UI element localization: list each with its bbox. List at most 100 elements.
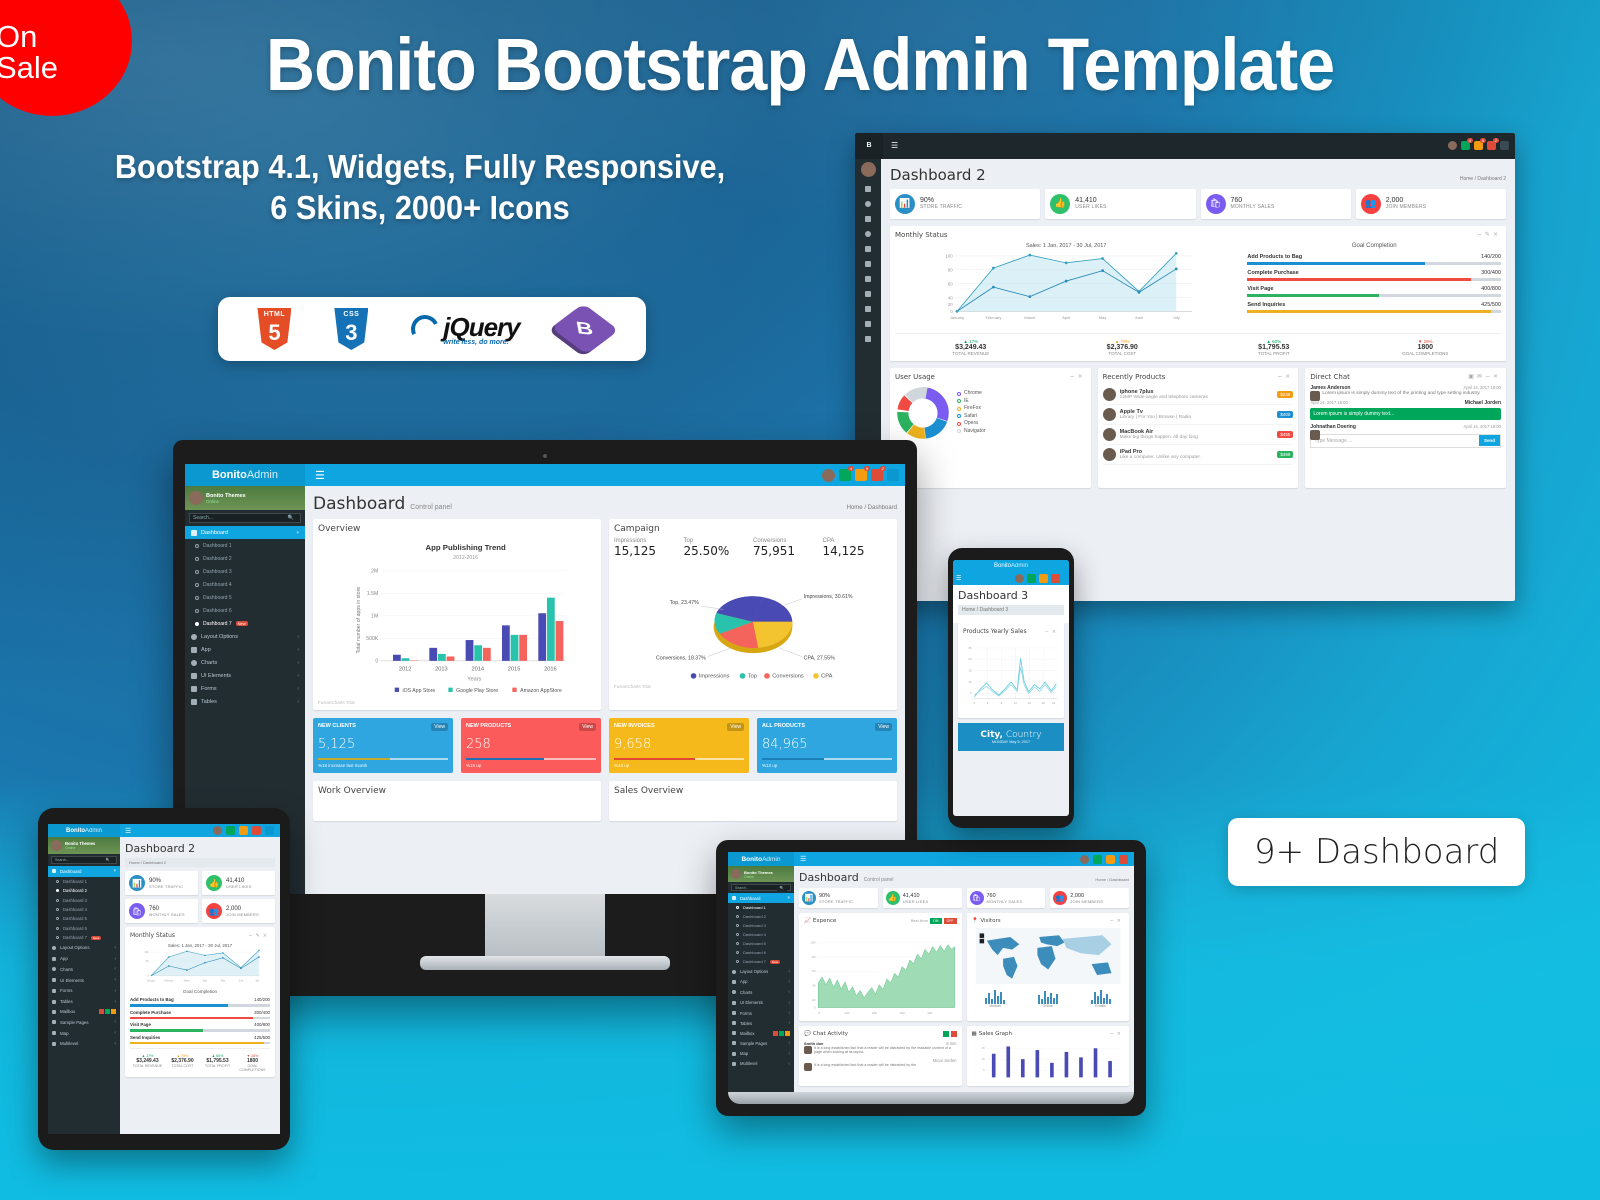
product-list-item[interactable]: MacBook Air Make big things happen. All …	[1102, 425, 1294, 445]
sidebar-item-dashboard-5[interactable]: Dashboard 5	[48, 914, 120, 923]
d2-avatar[interactable]	[1448, 141, 1457, 151]
m-brand-logo[interactable]: Bonito Admin	[185, 464, 305, 486]
sidebar-item-dashboard-3[interactable]: Dashboard 3	[48, 896, 120, 905]
l-chat-status-red[interactable]	[950, 1031, 957, 1037]
p-messages-icon[interactable]	[1027, 574, 1036, 583]
p-breadcrumb[interactable]: Home / Dashboard 3	[958, 605, 1064, 615]
sidebar-item-layout-options[interactable]: Layout Options ‹	[728, 966, 794, 976]
d2-card-tools-icon[interactable]: ▣✉−×	[1468, 373, 1501, 380]
d2-side-multilevel-icon[interactable]	[865, 335, 871, 342]
sidebar-item-multilevel[interactable]: Multilevel ‹	[48, 1038, 120, 1049]
m-avatar[interactable]	[822, 468, 835, 482]
sidebar-item-dashboard-5[interactable]: Dashboard 5	[728, 939, 794, 948]
sidebar-item-tables[interactable]: Tables ‹	[185, 695, 305, 708]
m-menu-toggle-icon[interactable]: ☰	[305, 469, 325, 482]
sidebar-item-tables[interactable]: Tables ‹	[48, 996, 120, 1007]
p-tasks-icon[interactable]	[1051, 574, 1060, 583]
d2-infobox[interactable]: 🛍 760 MONTHLY SALES	[1200, 188, 1351, 219]
d2-side-layout-icon[interactable]	[865, 200, 871, 207]
sidebar-item-dashboard-1[interactable]: Dashboard 1	[48, 877, 120, 886]
product-list-item[interactable]: Apple Tv Library | For You | Browse | Ra…	[1102, 405, 1294, 425]
d2-tasks-icon[interactable]: 2	[1487, 138, 1499, 151]
l-sidebar-user[interactable]: Bonito Themes Online	[728, 866, 794, 882]
small-box-new-clients[interactable]: NEW CLIENTS View 5,125 %18 increase last…	[313, 718, 453, 773]
sidebar-item-layout-options[interactable]: Layout Options ‹	[48, 942, 120, 953]
chat-send-button[interactable]: Send	[1479, 435, 1501, 447]
d2-logo[interactable]: B	[855, 133, 883, 159]
sidebar-item-map[interactable]: Map ‹	[728, 1048, 794, 1058]
sidebar-item-dashboard[interactable]: Dashboard ▾	[185, 526, 305, 539]
small-box-all-products[interactable]: ALL PRODUCTS View 84,965 %12 up	[757, 718, 897, 773]
sidebar-item-dashboard[interactable]: Dashboard ▾	[728, 893, 794, 904]
sidebar-item-sample-pages[interactable]: Sample Pages ‹	[728, 1038, 794, 1048]
d2-side-tables-icon[interactable]	[865, 275, 871, 282]
search-icon[interactable]: 🔍	[284, 514, 297, 522]
sidebar-item-forms[interactable]: Forms ‹	[728, 1008, 794, 1018]
t-notifications-icon[interactable]	[239, 826, 248, 835]
l-toggle-on[interactable]: ON	[930, 918, 942, 924]
t-infobox[interactable]: 🛍 760 MONTHLY SALES	[125, 899, 198, 923]
d2-side-map-icon[interactable]	[865, 320, 871, 327]
p-brand-logo[interactable]: BonitoAdmin	[953, 560, 1069, 572]
m-breadcrumb[interactable]: Home / Dashboard	[847, 505, 897, 511]
m-tasks-icon[interactable]: 2	[871, 466, 886, 481]
l-search-input[interactable]: Search... 🔍	[731, 884, 791, 891]
sidebar-item-dashboard-6[interactable]: Dashboard 6	[728, 948, 794, 957]
small-box-view-button[interactable]: View	[727, 723, 744, 731]
d2-infobox[interactable]: 👍 41,410 USER LIKES	[1045, 188, 1196, 219]
sidebar-item-charts[interactable]: Charts ‹	[728, 987, 794, 997]
d2-notifications-icon[interactable]: 9	[1474, 138, 1486, 151]
t-infobox[interactable]: 👍 41,410 USER LIKES	[202, 871, 275, 895]
l-messages-icon[interactable]	[1093, 854, 1102, 864]
t-breadcrumb[interactable]: Home / Dashboard 2	[125, 858, 275, 867]
d2-messages-icon[interactable]: 4	[1461, 138, 1473, 151]
l-infobox[interactable]: 📊 90% STORE TRAFFIC	[799, 888, 878, 908]
l-breadcrumb[interactable]: Home / Dashboard	[1095, 877, 1129, 882]
l-card-tools-icon[interactable]: −×	[1110, 918, 1124, 924]
m-messages-icon[interactable]: 4	[839, 466, 854, 481]
sidebar-item-dashboard-4[interactable]: Dashboard 4	[48, 905, 120, 914]
t-settings-icon[interactable]	[265, 826, 274, 835]
t-avatar[interactable]	[213, 826, 222, 835]
small-box-view-button[interactable]: View	[431, 723, 448, 731]
sidebar-item-dashboard[interactable]: Dashboard ▾	[48, 866, 120, 877]
t-messages-icon[interactable]	[226, 826, 235, 835]
sidebar-item-charts[interactable]: Charts ‹	[48, 964, 120, 975]
sidebar-item-map[interactable]: Map ‹	[48, 1028, 120, 1039]
m-sidebar-user[interactable]: Bonito Themes Online	[185, 486, 305, 510]
l-chat-status-green[interactable]	[942, 1031, 949, 1037]
t-brand-logo[interactable]: Bonito Admin	[48, 824, 120, 837]
small-box-new-products[interactable]: NEW PRODUCTS View 258 %15 up	[461, 718, 601, 773]
d2-menu-toggle-icon[interactable]: ☰	[883, 141, 898, 150]
t-sidebar-user[interactable]: Bonito Themes Online	[48, 837, 120, 854]
sidebar-item-dashboard-2[interactable]: Dashboard 2	[728, 912, 794, 921]
t-menu-toggle-icon[interactable]: ☰	[120, 827, 131, 835]
search-icon[interactable]: 🔍	[776, 884, 787, 891]
d2-infobox[interactable]: 📊 90% STORE TRAFFIC	[890, 188, 1041, 219]
p-card-tools-icon[interactable]: −×	[1045, 629, 1059, 635]
l-infobox[interactable]: 👍 41,410 USER LIKES	[882, 888, 962, 908]
sidebar-item-forms[interactable]: Forms ‹	[48, 986, 120, 997]
sidebar-item-app[interactable]: App ‹	[728, 977, 794, 987]
product-list-item[interactable]: iphone 7plus 12MP Wide-angle and telepho…	[1102, 385, 1294, 405]
d2-card-tools-icon[interactable]: −✎×	[1477, 231, 1501, 238]
d2-side-pages-icon[interactable]	[865, 305, 871, 312]
sidebar-item-app[interactable]: App ‹	[185, 643, 305, 656]
search-icon[interactable]: 🔍	[102, 857, 113, 863]
sidebar-item-dashboard-3[interactable]: Dashboard 3	[185, 565, 305, 578]
t-search-input[interactable]: Search... 🔍	[51, 856, 117, 864]
sidebar-item-dashboard-2[interactable]: Dashboard 2	[48, 886, 120, 895]
sidebar-item-dashboard-1[interactable]: Dashboard 1	[185, 539, 305, 552]
sidebar-item-dashboard-7[interactable]: Dashboard 7 New	[185, 617, 305, 630]
small-box-new-invoices[interactable]: NEW INVOICES View 9,658 %44 up	[609, 718, 749, 773]
p-notifications-icon[interactable]	[1039, 574, 1048, 583]
d2-infobox[interactable]: 👥 2,000 JOIN MEMBERS	[1355, 188, 1506, 219]
chat-input-row[interactable]: Type Message ... Send	[1310, 433, 1502, 448]
sidebar-item-app[interactable]: App ‹	[48, 953, 120, 964]
t-card-tools-icon[interactable]: −✎×	[248, 933, 270, 939]
sidebar-item-charts[interactable]: Charts ‹	[185, 656, 305, 669]
sidebar-item-dashboard-6[interactable]: Dashboard 6	[185, 604, 305, 617]
d2-side-mail-icon[interactable]	[865, 290, 871, 297]
p-menu-toggle-icon[interactable]: ☰	[956, 575, 961, 582]
l-card-tools-icon[interactable]: −×	[1110, 1031, 1124, 1037]
